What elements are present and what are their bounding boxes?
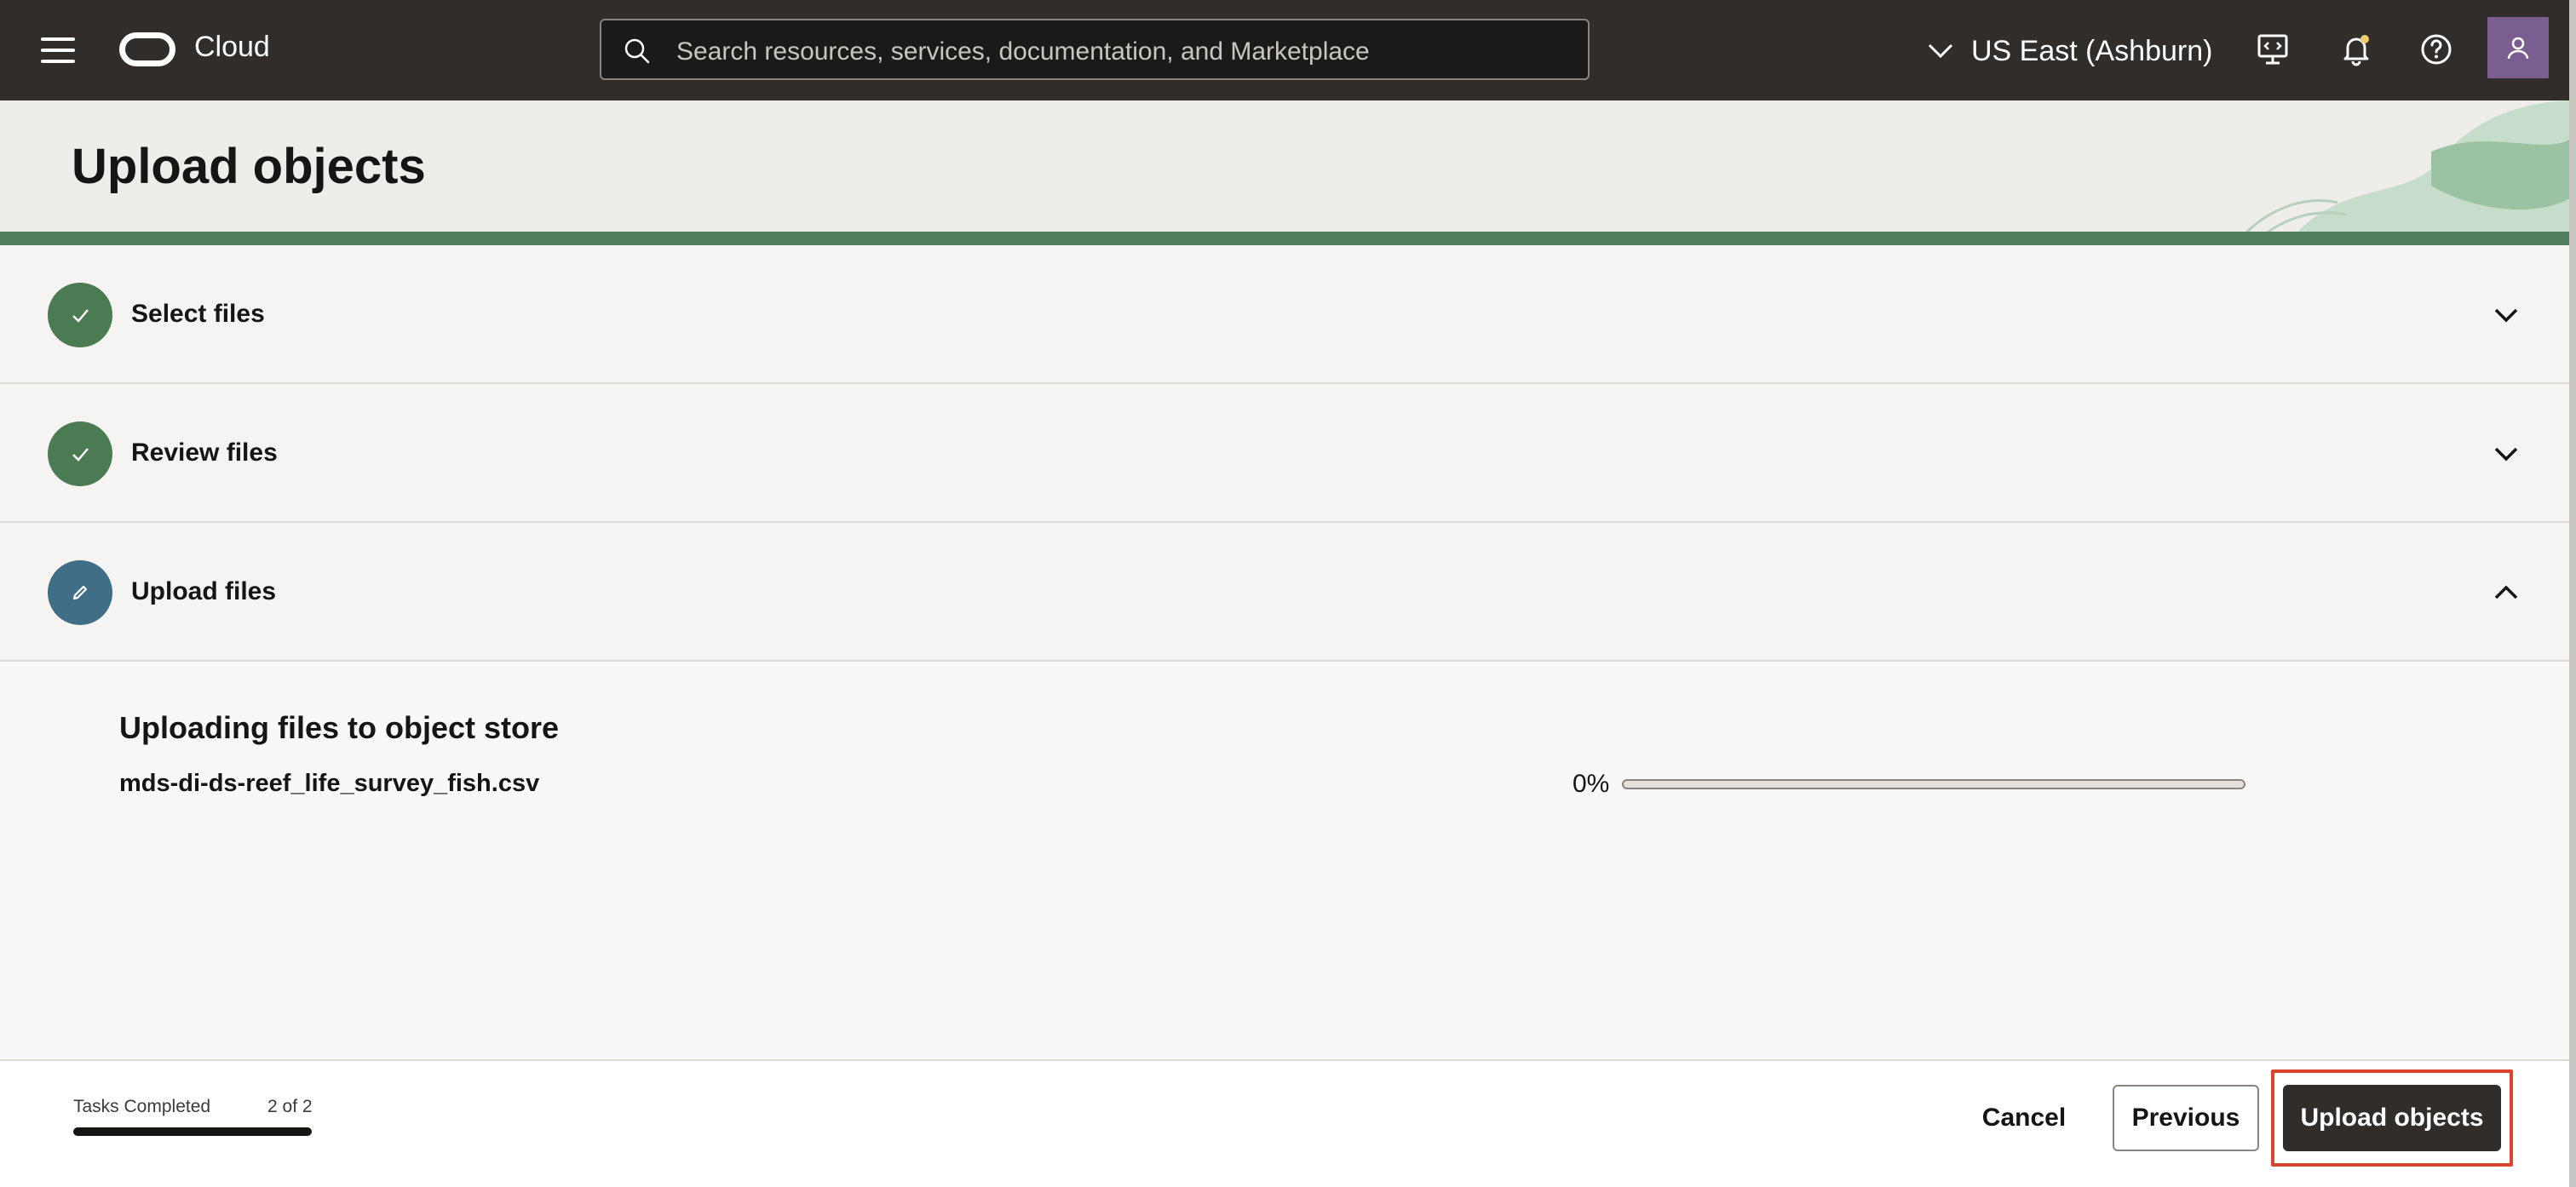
file-name: mds-di-ds-reef_life_survey_fish.csv [119,770,540,797]
step-select-files[interactable]: Select files [0,245,2576,384]
upload-progress-bar [1622,779,2245,789]
chevron-down-icon [1928,43,1953,59]
step-upload-files[interactable]: Upload files [0,523,2576,662]
brand-name[interactable]: Cloud [194,31,270,64]
step-active-badge [48,560,112,625]
page-header: Upload objects [0,100,2576,245]
chevron-down-icon[interactable] [2489,437,2523,471]
user-avatar[interactable] [2487,17,2549,78]
upload-files-panel: Uploading files to object store mds-di-d… [0,662,2576,1059]
step-completed-badge [48,421,112,486]
tasks-completed-label: Tasks Completed [73,1097,211,1116]
developer-tools-icon[interactable] [2256,32,2290,66]
oracle-logo[interactable] [119,32,175,66]
step-label: Upload files [131,577,277,605]
window-edge [2569,0,2576,1187]
tasks-progress-bar [73,1127,312,1136]
search-placeholder: Search resources, services, documentatio… [676,37,1370,66]
upload-objects-button[interactable]: Upload objects [2283,1085,2501,1151]
pencil-icon [72,585,88,600]
footer-bar: Tasks Completed 2 of 2 Cancel Previous U… [0,1059,2576,1187]
chevron-down-icon[interactable] [2489,298,2523,332]
bell-icon[interactable] [2339,32,2373,66]
check-icon [72,448,89,462]
step-completed-badge [48,283,112,347]
menu-icon[interactable] [41,37,75,63]
step-label: Review files [131,439,278,467]
region-selector[interactable]: US East (Ashburn) [1927,31,2212,72]
upload-heading: Uploading files to object store [119,710,560,745]
top-navigation-bar: Cloud Search resources, services, docume… [0,0,2576,100]
upload-percent: 0% [1573,770,1610,798]
page-title: Upload objects [72,139,426,194]
check-icon [72,309,89,323]
user-icon [2507,37,2529,60]
search-input[interactable]: Search resources, services, documentatio… [600,19,1590,80]
banner-strip [0,232,2576,245]
step-review-files[interactable]: Review files [0,384,2576,523]
tasks-completed-count: 2 of 2 [267,1097,313,1116]
search-icon [624,38,650,64]
step-label: Select files [131,300,265,328]
help-icon[interactable] [2419,32,2453,66]
chevron-up-icon[interactable] [2489,576,2523,610]
decorative-banner [2234,100,2576,245]
region-label: US East (Ashburn) [1971,34,2213,67]
cancel-button[interactable]: Cancel [1964,1085,2084,1151]
tasks-progress-fill [73,1127,312,1136]
previous-button[interactable]: Previous [2113,1085,2259,1151]
